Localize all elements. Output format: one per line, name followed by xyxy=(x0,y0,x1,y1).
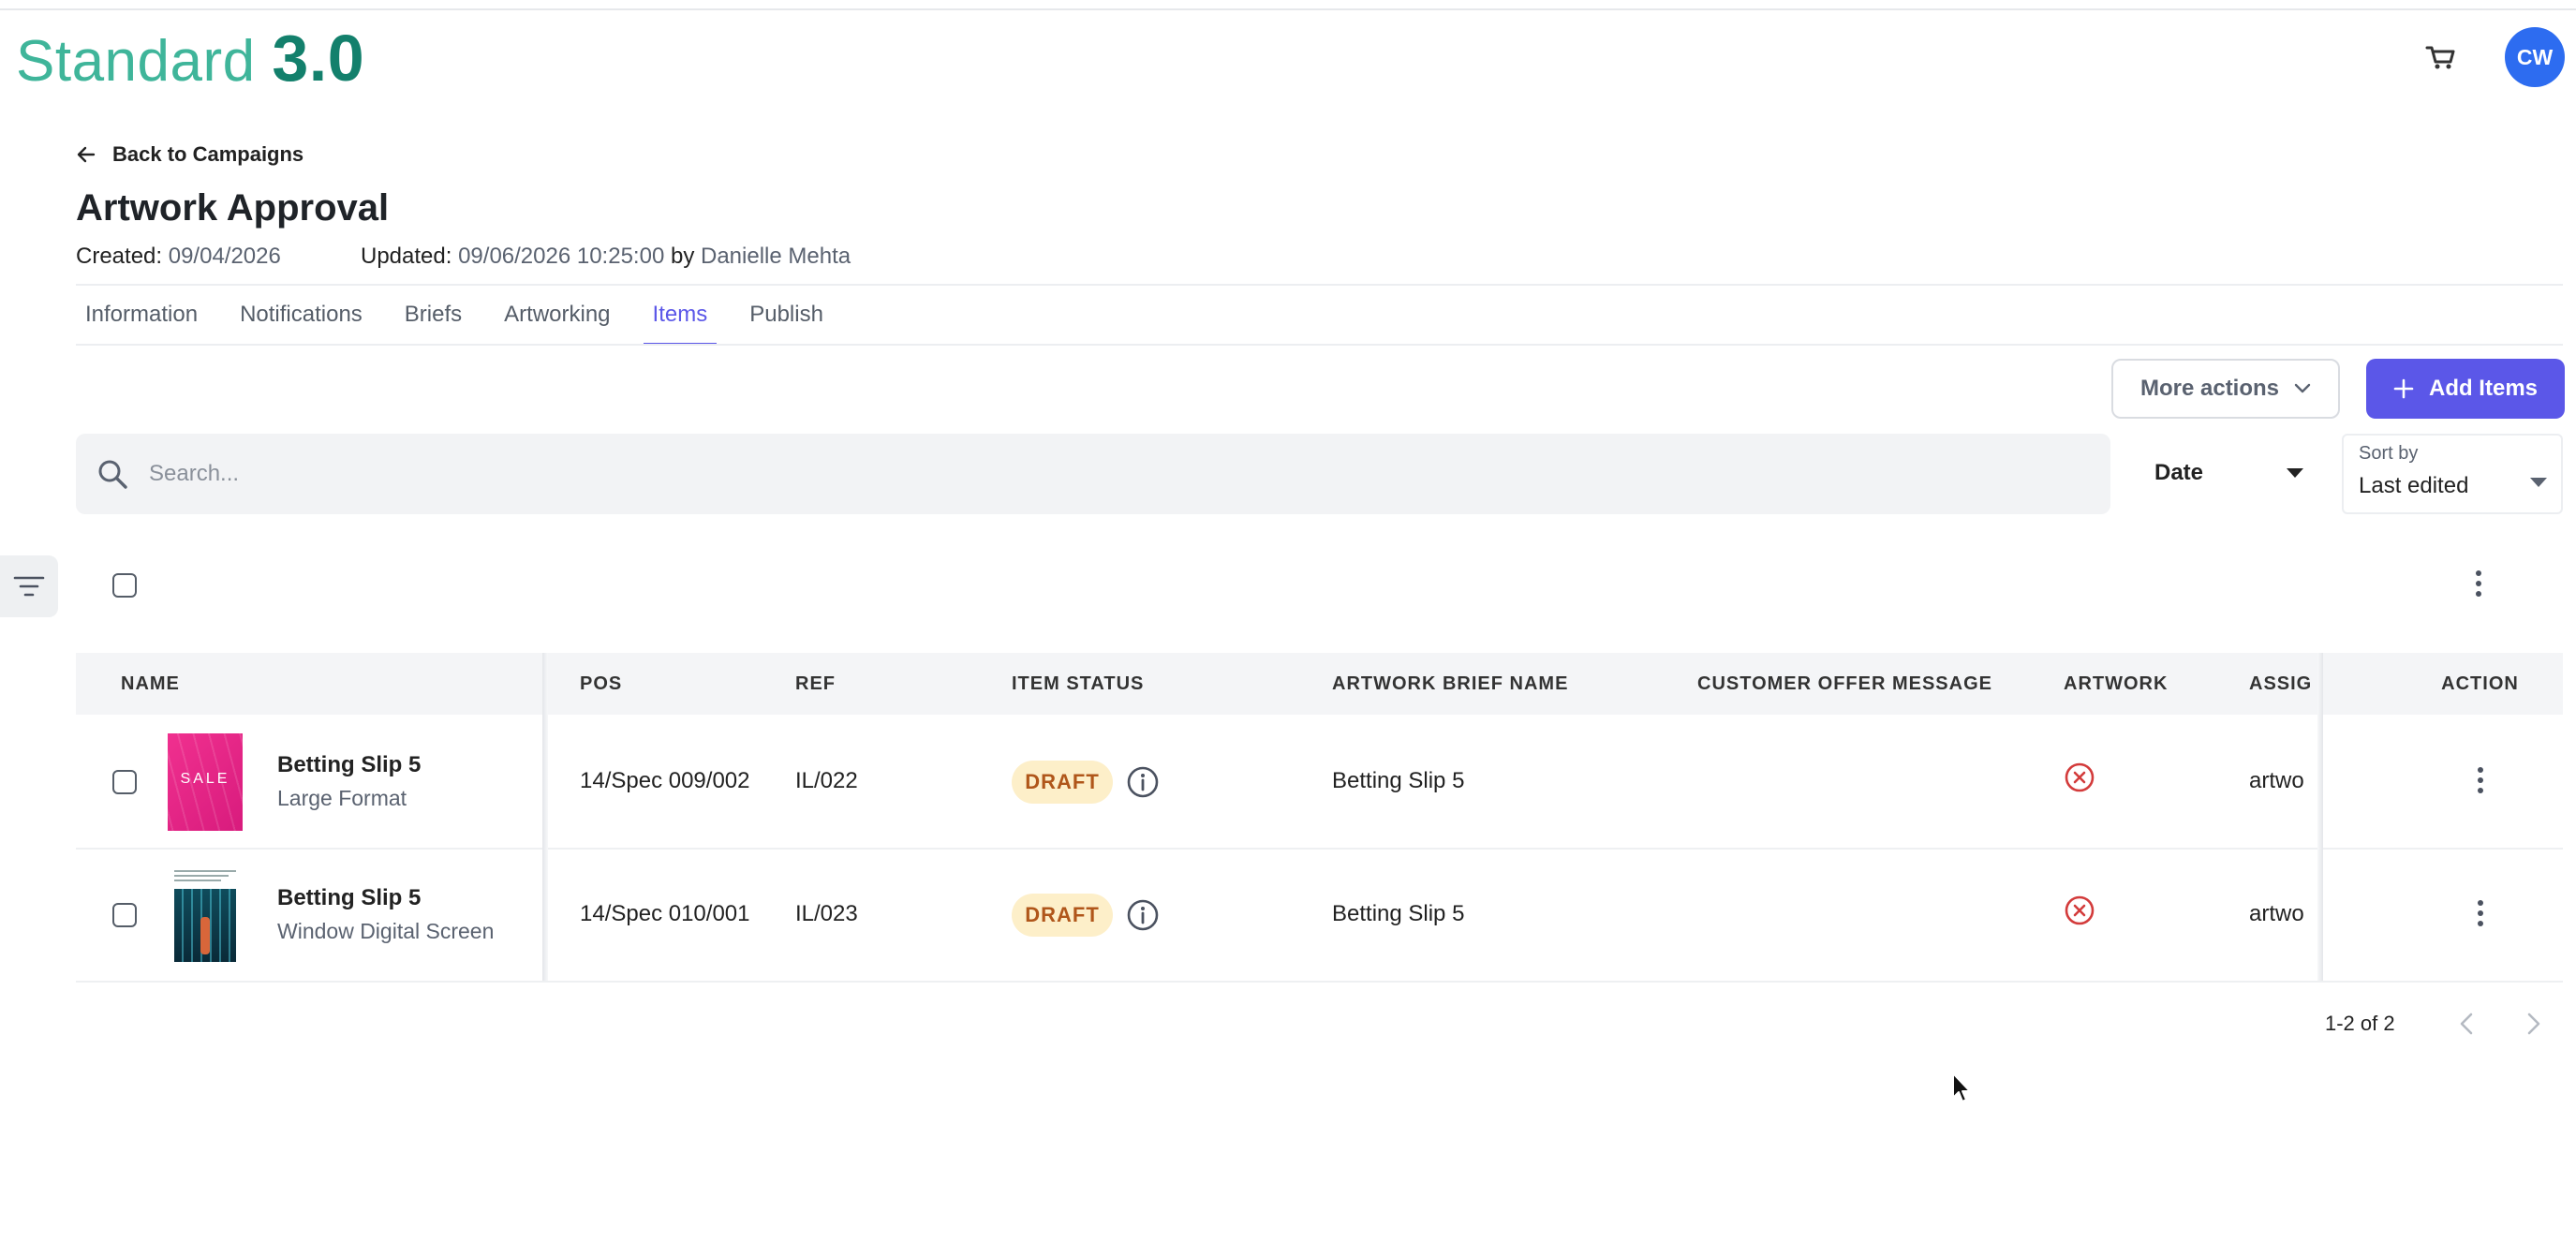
pagination-range: 1-2 of 2 xyxy=(2325,1012,2395,1035)
col-assignee[interactable]: ASSIG xyxy=(2249,653,2317,715)
action-cell xyxy=(2397,717,2563,846)
user-avatar[interactable]: CW xyxy=(2505,27,2565,87)
col-item-status[interactable]: ITEM STATUS xyxy=(1012,653,1144,715)
col-artwork[interactable]: ARTWORK xyxy=(2064,653,2168,715)
x-circle-icon xyxy=(2065,895,2095,925)
page-title: Artwork Approval xyxy=(76,187,390,229)
updated-by-user: Danielle Mehta xyxy=(701,244,851,269)
updated-by-label: by xyxy=(670,244,695,269)
back-to-campaigns-link[interactable]: Back to Campaigns xyxy=(75,142,303,167)
arrow-left-icon xyxy=(77,146,96,163)
sort-by-label: Sort by xyxy=(2359,443,2419,464)
date-filter-select[interactable]: Date xyxy=(2154,445,2304,501)
item-name: Betting Slip 5 xyxy=(277,752,422,777)
action-cell xyxy=(2397,850,2563,979)
search-placeholder: Search... xyxy=(149,461,240,486)
item-thumbnail xyxy=(172,866,238,964)
more-actions-label: More actions xyxy=(2139,376,2280,401)
updated-info: Updated: 09/06/2026 10:25:00 by Danielle… xyxy=(361,244,851,270)
search-input[interactable]: Search... xyxy=(76,434,2110,514)
item-brief-name: Betting Slip 5 xyxy=(1332,901,1465,926)
col-action: ACTION xyxy=(2397,653,2563,715)
created-info: Created: 09/04/2026 xyxy=(76,244,281,270)
status-badge: DRAFT xyxy=(1012,894,1113,937)
add-items-label: Add Items xyxy=(2428,376,2538,401)
tab-information[interactable]: Information xyxy=(76,298,207,346)
x-circle-icon xyxy=(2065,762,2095,792)
cart-icon[interactable] xyxy=(2421,41,2459,71)
filter-panel-toggle[interactable] xyxy=(0,555,58,617)
tab-items[interactable]: Items xyxy=(643,298,718,346)
status-badge: DRAFT xyxy=(1012,761,1113,804)
item-assignee: artwo xyxy=(2249,901,2304,926)
table-options-menu-icon[interactable] xyxy=(2475,570,2482,597)
logo-text-light: Standard xyxy=(16,29,273,94)
updated-value: 09/06/2026 10:25:00 xyxy=(458,244,665,269)
caret-down-icon xyxy=(2530,478,2547,487)
info-icon[interactable] xyxy=(1126,765,1160,799)
table-row[interactable]: Betting Slip 5 Window Digital Screen 14/… xyxy=(76,850,2563,983)
tabs-divider xyxy=(76,344,2563,346)
sort-by-value: Last edited xyxy=(2359,473,2469,498)
col-ref[interactable]: REF xyxy=(795,653,836,715)
item-ref: IL/022 xyxy=(795,768,858,793)
search-icon xyxy=(98,460,127,489)
caret-down-icon xyxy=(2287,468,2303,478)
name-column-divider xyxy=(542,653,548,981)
header-divider xyxy=(76,284,2563,286)
col-name[interactable]: NAME xyxy=(121,653,180,715)
item-format: Large Format xyxy=(277,786,407,810)
date-filter-value: Date xyxy=(2154,460,2204,485)
select-all-checkbox[interactable] xyxy=(112,573,137,598)
created-label: Created: xyxy=(76,244,163,269)
top-border xyxy=(0,0,2576,10)
item-brief-name: Betting Slip 5 xyxy=(1332,768,1465,793)
more-actions-button[interactable]: More actions xyxy=(2111,359,2340,419)
item-pos: 14/Spec 010/001 xyxy=(580,901,750,926)
tab-artworking[interactable]: Artworking xyxy=(495,298,619,346)
tab-notifications[interactable]: Notifications xyxy=(230,298,372,346)
row-actions-menu-icon[interactable] xyxy=(2477,900,2484,926)
app-logo[interactable]: Standard 3.0 xyxy=(16,21,364,99)
add-items-button[interactable]: Add Items xyxy=(2366,359,2565,419)
chevron-down-icon xyxy=(2294,383,2311,393)
logo-text-bold: 3.0 xyxy=(272,22,365,95)
item-thumbnail: SALE xyxy=(168,733,243,831)
item-ref: IL/023 xyxy=(795,901,858,926)
back-label: Back to Campaigns xyxy=(112,142,304,166)
item-name: Betting Slip 5 xyxy=(277,885,422,910)
filter-icon xyxy=(13,576,45,597)
plus-icon xyxy=(2393,378,2414,399)
chevron-right-icon[interactable] xyxy=(2522,1012,2544,1036)
tab-briefs[interactable]: Briefs xyxy=(395,298,471,346)
col-customer-offer-message[interactable]: CUSTOMER OFFER MESSAGE xyxy=(1697,653,1992,715)
item-assignee: artwo xyxy=(2249,768,2304,793)
tab-bar: Information Notifications Briefs Artwork… xyxy=(76,298,856,346)
updated-label: Updated: xyxy=(361,244,452,269)
table-header: NAME POS REF ITEM STATUS ARTWORK BRIEF N… xyxy=(76,653,2563,715)
item-format: Window Digital Screen xyxy=(277,919,495,943)
chevron-left-icon[interactable] xyxy=(2456,1012,2479,1036)
mouse-cursor-icon xyxy=(1952,1072,1971,1102)
col-artwork-brief-name[interactable]: ARTWORK BRIEF NAME xyxy=(1332,653,1568,715)
row-checkbox[interactable] xyxy=(112,770,137,794)
action-column-divider xyxy=(2317,653,2323,981)
created-value: 09/04/2026 xyxy=(168,244,281,269)
row-actions-menu-icon[interactable] xyxy=(2477,767,2484,793)
tab-publish[interactable]: Publish xyxy=(740,298,833,346)
thumbnail-caption: SALE xyxy=(180,771,230,787)
row-checkbox[interactable] xyxy=(112,903,137,927)
table-row[interactable]: SALE Betting Slip 5 Large Format 14/Spec… xyxy=(76,717,2563,850)
col-pos[interactable]: POS xyxy=(580,653,622,715)
sort-by-select[interactable]: Sort by Last edited xyxy=(2342,434,2563,514)
item-pos: 14/Spec 009/002 xyxy=(580,768,750,793)
info-icon[interactable] xyxy=(1126,898,1160,932)
